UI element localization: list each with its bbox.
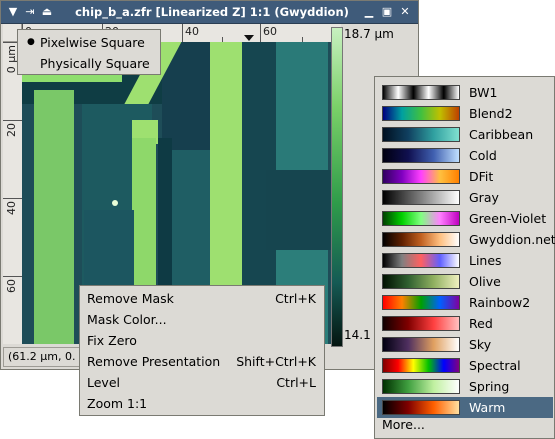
context-menu: Remove Mask Ctrl+K Mask Color... Fix Zer… [79, 285, 325, 416]
ruler-label: 40 [5, 201, 18, 215]
menu-item-label: Pixelwise Square [40, 35, 145, 50]
menu-item-shortcut: Shift+Ctrl+K [236, 354, 316, 369]
window-title: chip_b_a.zfr [Linearized Z] 1:1 (Gwyddio… [75, 5, 349, 19]
menu-item-mask-color[interactable]: Mask Color... [80, 309, 324, 330]
gradient-label: Gwyddion.net [469, 232, 555, 247]
gradient-item-gray[interactable]: Gray [377, 187, 553, 208]
gradient-item-olive[interactable]: Olive [377, 271, 553, 292]
menu-item-shortcut: Ctrl+K [275, 291, 316, 306]
gradient-swatch [382, 148, 460, 163]
gradient-label: Rainbow2 [469, 295, 531, 310]
gradient-swatch [382, 85, 460, 100]
gradient-item-gwyddion-net[interactable]: Gwyddion.net [377, 229, 555, 250]
gradient-label: Green-Violet [469, 211, 547, 226]
gradient-swatch [382, 211, 460, 226]
gradient-swatch [382, 379, 460, 394]
gradient-label: Blend2 [469, 106, 513, 121]
gradient-item-blend2[interactable]: Blend2 [377, 103, 553, 124]
menu-item-level[interactable]: Level Ctrl+L [80, 372, 324, 393]
gradient-label: Red [469, 316, 493, 331]
gradient-swatch [382, 316, 460, 331]
gradient-item-caribbean[interactable]: Caribbean [377, 124, 553, 145]
menu-item-more[interactable]: More... [382, 417, 425, 432]
menu-item-pixelwise-square[interactable]: ● Pixelwise Square [18, 32, 160, 53]
menu-item-zoom[interactable]: Zoom 1:1 [80, 393, 324, 414]
gradient-swatch [382, 190, 460, 205]
roll-up-icon[interactable]: ⏏ [39, 4, 55, 19]
gradient-item-green-violet[interactable]: Green-Violet [377, 208, 553, 229]
gradient-swatch [382, 169, 460, 184]
gradient-swatch [382, 253, 460, 268]
gradient-swatch [382, 358, 460, 373]
color-scale-bar [331, 27, 343, 347]
menu-item-fix-zero[interactable]: Fix Zero [80, 330, 324, 351]
menu-item-shortcut: Ctrl+L [276, 375, 316, 390]
gradient-item-bw1[interactable]: BW1 [377, 82, 553, 103]
scale-max-label: 18.7 µm [344, 27, 394, 41]
gradient-item-sky[interactable]: Sky [377, 334, 553, 355]
menu-item-label: Level [87, 375, 120, 390]
gradient-swatch [382, 295, 460, 310]
gradient-label: Spring [469, 379, 510, 394]
gradient-swatch [382, 400, 460, 415]
maximize-icon[interactable]: ▣ [379, 4, 395, 19]
ruler-label: 60 [263, 25, 277, 38]
menu-item-label: Remove Mask [87, 291, 174, 306]
gradient-label: Sky [469, 337, 492, 352]
menu-item-label: Zoom 1:1 [87, 396, 148, 411]
gradient-label: DFit [469, 169, 494, 184]
gradient-item-red[interactable]: Red [377, 313, 553, 334]
menu-item-label: Fix Zero [87, 333, 137, 348]
menu-item-physically-square[interactable]: Physically Square [18, 53, 160, 74]
aspect-menu: ● Pixelwise Square Physically Square [17, 29, 161, 75]
gradient-swatch [382, 127, 460, 142]
gradient-swatch [382, 274, 460, 289]
gradient-swatch [382, 232, 460, 247]
gradient-item-spectral[interactable]: Spectral [377, 355, 553, 376]
gradient-item-dfit[interactable]: DFit [377, 166, 553, 187]
gradient-label: Gray [469, 190, 499, 205]
gradient-label: Warm [469, 400, 506, 415]
gradient-label: Cold [469, 148, 497, 163]
gradient-item-warm[interactable]: Warm [377, 397, 553, 418]
gradient-label: Olive [469, 274, 501, 289]
menu-item-label: Physically Square [40, 56, 150, 71]
menu-item-label: Remove Presentation [87, 354, 221, 369]
ruler-label: 20 [5, 123, 18, 137]
gradient-swatch [382, 337, 460, 352]
ruler-label: 60 [5, 279, 18, 293]
menu-item-remove-presentation[interactable]: Remove Presentation Shift+Ctrl+K [80, 351, 324, 372]
gradient-label: Spectral [469, 358, 521, 373]
close-icon[interactable]: ✕ [397, 4, 413, 19]
window-menu-icon[interactable]: ▼ [5, 4, 21, 19]
menu-item-label: Mask Color... [87, 312, 167, 327]
gradient-item-lines[interactable]: Lines [377, 250, 553, 271]
gradient-menu: BW1 Blend2 Caribbean Cold DFit Gray Green-Viol… [374, 76, 555, 439]
gradient-item-cold[interactable]: Cold [377, 145, 553, 166]
ruler-label: 40 [185, 25, 199, 38]
gradient-item-rainbow2[interactable]: Rainbow2 [377, 292, 553, 313]
gradient-label: Lines [469, 253, 502, 268]
shade-icon[interactable]: ⇥ [22, 4, 38, 19]
menu-item-remove-mask[interactable]: Remove Mask Ctrl+K [80, 288, 324, 309]
vertical-ruler: 0 µm 20 40 60 [3, 42, 23, 344]
title-bar[interactable]: ▼ ⇥ ⏏ chip_b_a.zfr [Linearized Z] 1:1 (G… [1, 1, 418, 24]
radio-selected-icon: ● [27, 37, 35, 47]
gradient-label: Caribbean [469, 127, 534, 142]
gradient-swatch [382, 106, 460, 121]
minimize-icon[interactable]: ▁ [361, 4, 377, 19]
cursor-marker-icon [244, 35, 254, 41]
gradient-label: BW1 [469, 85, 498, 100]
gradient-item-spring[interactable]: Spring [377, 376, 553, 397]
